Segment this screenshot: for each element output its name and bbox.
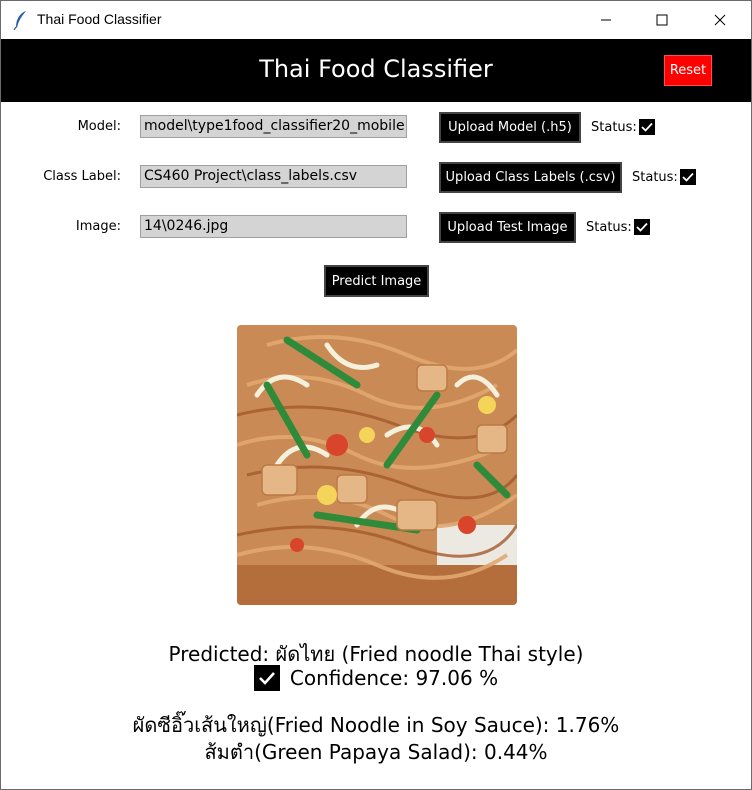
class-label-status-label: Status: <box>632 169 678 185</box>
upload-model-button[interactable]: Upload Model (.h5) <box>439 112 581 143</box>
model-status-label: Status: <box>591 119 637 135</box>
class-label-path-field[interactable]: CS460 Project\class_labels.csv <box>140 165 407 188</box>
class-label-label: Class Label: <box>43 169 121 184</box>
image-status: Status: <box>586 219 650 235</box>
check-icon <box>253 665 280 691</box>
test-image-preview <box>237 325 517 605</box>
feather-icon <box>13 11 26 30</box>
upload-test-image-button[interactable]: Upload Test Image <box>439 212 576 243</box>
model-status: Status: <box>591 119 655 135</box>
check-icon <box>638 119 655 135</box>
page-title: Thai Food Classifier <box>259 55 493 83</box>
close-button[interactable] <box>697 1 743 39</box>
confidence-text: Confidence: 97.06 % <box>289 666 499 690</box>
confidence-row: Confidence: 97.06 % <box>1 665 751 691</box>
image-status-label: Status: <box>586 219 632 235</box>
upload-class-labels-button[interactable]: Upload Class Labels (.csv) <box>439 162 622 193</box>
check-icon <box>633 219 650 235</box>
app-header: Thai Food Classifier Reset <box>1 39 751 102</box>
minimize-icon <box>601 19 611 21</box>
maximize-button[interactable] <box>639 1 685 39</box>
predict-image-button[interactable]: Predict Image <box>324 265 429 297</box>
minimize-button[interactable] <box>583 1 629 39</box>
title-bar: Thai Food Classifier <box>1 1 751 39</box>
class-label-status: Status: <box>632 169 696 185</box>
model-path-field[interactable]: model\type1food_classifier20_mobile <box>140 115 407 138</box>
alternative-prediction-2: ส้มตำ(Green Papaya Salad): 0.44% <box>204 740 548 764</box>
reset-button[interactable]: Reset <box>664 55 712 86</box>
pad-thai-image <box>237 325 517 605</box>
maximize-icon <box>656 14 668 26</box>
app-window: Thai Food Classifier Thai Food Classifie… <box>0 0 752 790</box>
image-label: Image: <box>75 219 121 234</box>
close-icon <box>714 14 726 26</box>
image-path-field[interactable]: 14\0246.jpg <box>140 215 407 238</box>
window-title: Thai Food Classifier <box>37 11 162 27</box>
check-icon <box>679 169 696 185</box>
model-label: Model: <box>77 119 121 134</box>
